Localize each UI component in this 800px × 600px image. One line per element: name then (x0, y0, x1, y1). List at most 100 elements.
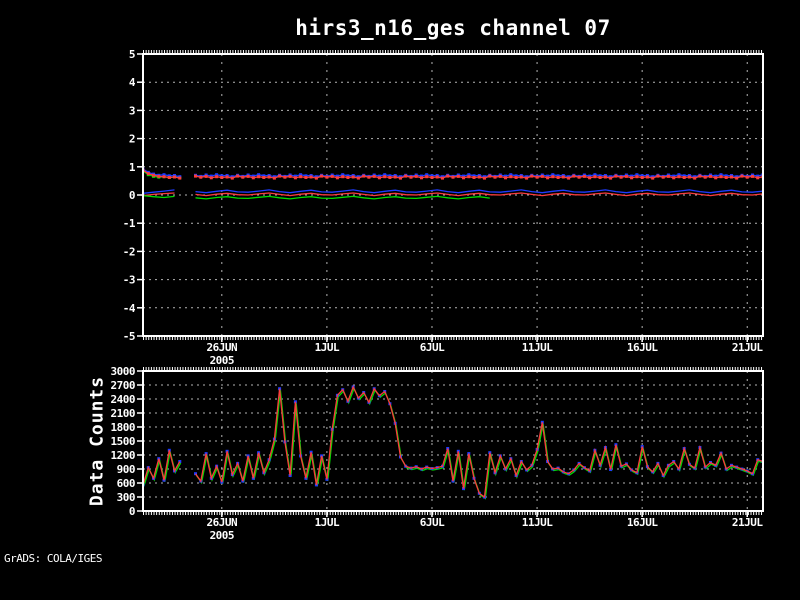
obs-band-red-marker (651, 176, 655, 180)
obs-band-red-marker (314, 176, 318, 180)
obs-band-red-marker (341, 175, 345, 179)
obs-band-red-marker (204, 174, 208, 178)
grads-plot: 26JUN20051JUL 6JUL 11JUL 16JUL 21JUL543210-1… (111, 48, 764, 542)
obs-band-red-marker (241, 175, 245, 179)
obs-band-red-marker (588, 176, 592, 180)
obs-band-red-marker (735, 176, 739, 180)
obs-band-red-marker (630, 176, 634, 180)
obs-band-red-marker (730, 175, 733, 179)
y-tick-label: -4 (123, 302, 136, 315)
obs-band-red-marker (488, 174, 492, 178)
y-tick-label: 3 (129, 104, 135, 117)
y-tick-label: 5 (129, 48, 135, 61)
x-tick-label: 1JUL (315, 341, 340, 354)
obs-band-red-marker (409, 175, 413, 179)
y-tick-label: 2 (129, 133, 135, 146)
y-tick-label: 2100 (111, 407, 136, 420)
obs-band-red-marker (262, 176, 266, 179)
obs-band-red-marker (593, 175, 597, 179)
obs-band-red-marker (687, 175, 691, 179)
obs-band-red-marker (656, 174, 660, 178)
y-tick-label: 0 (129, 505, 135, 518)
x-tick-label: 6JUL (420, 516, 445, 529)
obs-band-red-marker (719, 175, 723, 179)
obs-band-red-marker (672, 176, 676, 180)
obs-band-red-marker (703, 175, 707, 179)
bias-blue-line (195, 189, 764, 194)
x-tick-label: 11JUL (522, 516, 553, 529)
counts-line-line (194, 385, 764, 499)
y-tick-label: -5 (123, 330, 135, 343)
obs-band-red-marker (525, 176, 529, 180)
obs-band-red-marker (230, 176, 234, 180)
obs-band-red-marker (540, 174, 544, 178)
obs-band-red-marker (372, 174, 376, 178)
chart-title: hirs3_n16_ges channel 07 (295, 16, 611, 40)
obs-band-red-marker (146, 172, 150, 176)
bias-green-line (142, 194, 175, 199)
y-tick-label: 1800 (111, 421, 136, 434)
obs-band-red-marker (446, 174, 450, 178)
data-counts-frame (142, 370, 764, 512)
obs-band-red-marker (377, 176, 381, 180)
x-tick-label: 26JUN (207, 341, 238, 354)
obs-band-red-marker (519, 175, 523, 179)
obs-band-red-marker (236, 174, 240, 178)
obs-band-red-marker (493, 175, 497, 179)
obs-band-red-marker (272, 176, 276, 180)
x-tick-sublabel: 2005 (210, 529, 235, 542)
obs-band-red-marker (393, 175, 397, 179)
obs-band-red-marker (304, 176, 308, 179)
obs-band-red-marker (514, 176, 518, 179)
obs-band-red-marker (724, 176, 728, 179)
data-counts-series (142, 385, 764, 500)
y-tick-label: 900 (117, 463, 135, 476)
obs-band-red-marker (546, 176, 550, 180)
obs-band-red-marker (346, 176, 350, 179)
obs-band-red-marker (420, 176, 423, 180)
obs-band-red-marker (441, 176, 444, 180)
obs-band-red-marker (614, 174, 618, 178)
obs-band-red-marker (509, 175, 513, 179)
obs-band-red-marker (309, 175, 313, 179)
obs-band-red-marker (225, 175, 229, 179)
obs-band-red-marker (462, 176, 465, 180)
x-tick-label: 21JUL (732, 341, 763, 354)
obs-band-red-marker (645, 175, 649, 179)
x-tick-sublabel: 2005 (210, 354, 235, 367)
obs-band-red-marker (756, 176, 760, 180)
obs-band-red-marker (425, 175, 429, 179)
obs-band-red-marker (283, 175, 287, 179)
obs-band-red-marker (745, 175, 749, 179)
x-tick-label: 1JUL (315, 516, 340, 529)
obs-band-red-marker (498, 174, 502, 178)
ges-departures-panel: 26JUN2005 1JUL 6JUL 11JUL 16JUL 21JUL 5 4 3 2 1 0 -1… (123, 48, 764, 367)
obs-band-red-marker (404, 174, 408, 178)
obs-band-red-marker (561, 175, 565, 179)
obs-band-red-marker (661, 175, 665, 179)
obs-band-red-marker (330, 174, 334, 178)
obs-band-red-marker (572, 174, 576, 178)
obs-band-red-marker (388, 176, 392, 179)
obs-band-red-marker (351, 175, 355, 179)
obs-band-red-marker (178, 176, 182, 180)
obs-band-red-marker (577, 175, 581, 179)
obs-band-red-marker (751, 174, 754, 178)
y-tick-label: 2700 (111, 379, 136, 392)
obs-band-red-marker (435, 175, 439, 179)
obs-band-red-marker (456, 174, 460, 178)
obs-band-red-marker (714, 176, 718, 180)
y-tick-label: 4 (129, 76, 136, 89)
obs-band-red-marker (504, 176, 507, 180)
obs-band-red-marker (220, 176, 224, 179)
y-tick-label: 2400 (111, 393, 136, 406)
obs-band-red-marker (157, 174, 161, 178)
obs-band-red-marker (598, 176, 602, 179)
obs-band-red-marker (209, 176, 213, 180)
obs-band-red-marker (666, 174, 670, 178)
obs-band-red-marker (325, 175, 329, 179)
obs-band-red-marker (267, 175, 271, 179)
obs-band-red-marker (467, 175, 471, 179)
obs-band-red-marker (640, 176, 644, 179)
data-counts-axis-label: Data Counts (86, 375, 108, 507)
